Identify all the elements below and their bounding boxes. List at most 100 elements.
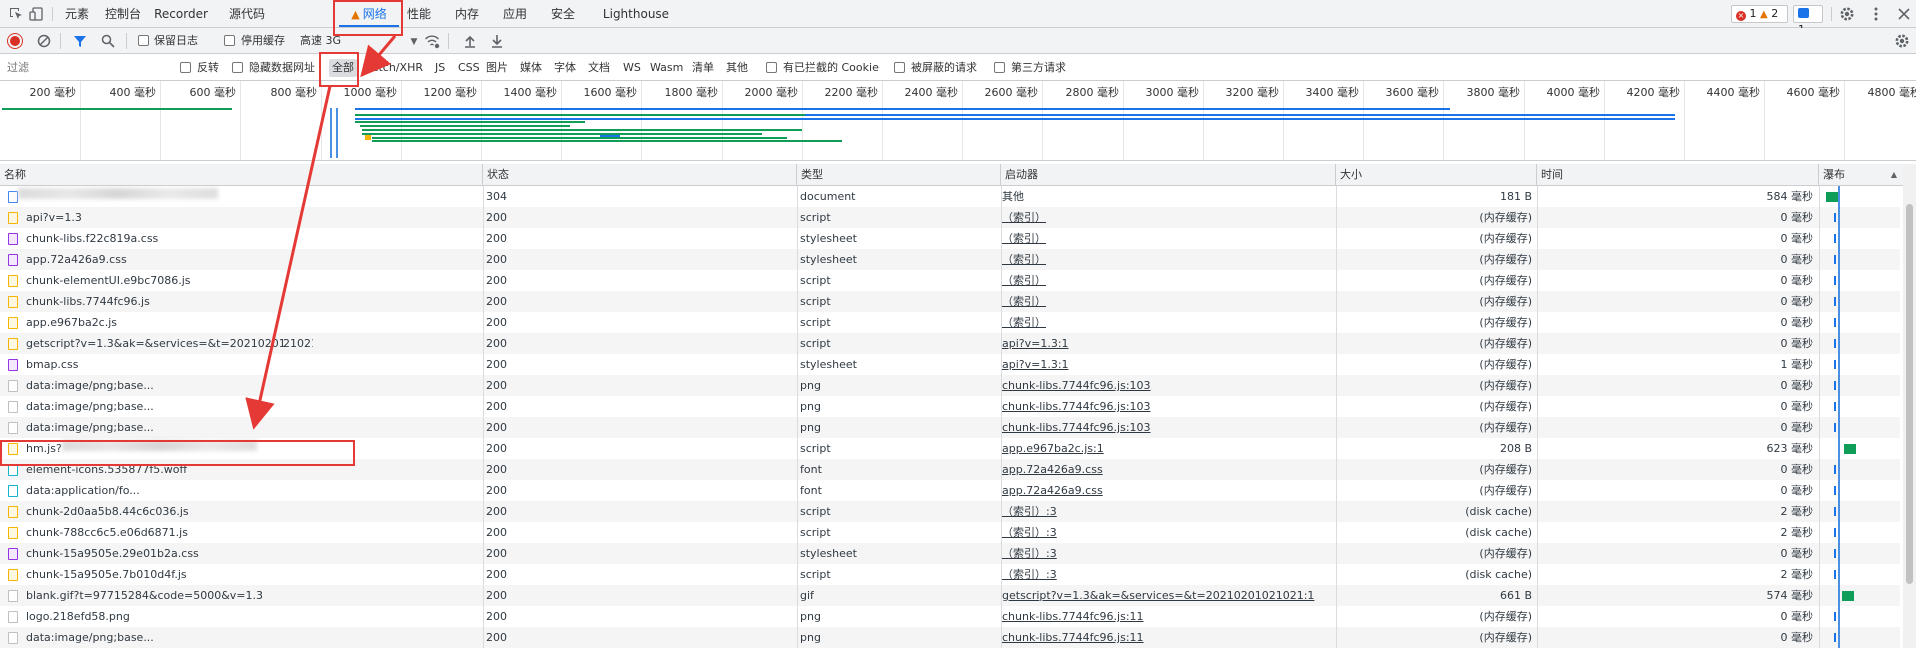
request-initiator[interactable]: app.72a426a9.css xyxy=(1002,480,1332,501)
tab-performance[interactable]: 性能 xyxy=(402,0,436,28)
request-status: 200 xyxy=(486,379,507,392)
request-initiator[interactable]: chunk-libs.7744fc96.js:103 xyxy=(1002,396,1332,417)
column-header-name[interactable]: 名称 xyxy=(0,164,483,186)
tab-security[interactable]: 安全 xyxy=(546,0,580,28)
type-filter-doc[interactable]: 文档 xyxy=(585,59,613,77)
column-header-status[interactable]: 状态 xyxy=(483,164,797,186)
type-filter-media[interactable]: 媒体 xyxy=(517,59,545,77)
third-party-checkbox[interactable] xyxy=(994,62,1005,73)
request-initiator[interactable]: （索引）:3 xyxy=(1002,501,1332,522)
type-filter-css[interactable]: CSS xyxy=(455,59,483,77)
table-row[interactable]: data:image/png;base... 200 png chunk-libs.7… xyxy=(0,627,1900,648)
table-row[interactable]: chunk-libs.7744fc96.js 200 script （索引） (内存缓存… xyxy=(0,291,1900,312)
request-initiator[interactable]: app.72a426a9.css xyxy=(1002,459,1332,480)
table-row[interactable]: 304 document 其他 181 B 584 毫秒 xyxy=(0,186,1900,207)
tab-application[interactable]: 应用 xyxy=(498,0,532,28)
record-button[interactable] xyxy=(8,34,22,48)
annotation-box-network-tab xyxy=(333,0,403,36)
request-initiator[interactable]: chunk-libs.7744fc96.js:11 xyxy=(1002,627,1332,648)
type-filter-ws[interactable]: WS xyxy=(620,59,644,77)
column-header-size[interactable]: 大小 xyxy=(1336,164,1537,186)
type-filter-font[interactable]: 字体 xyxy=(551,59,579,77)
request-initiator[interactable]: （索引）:3 xyxy=(1002,543,1332,564)
type-filter-manifest[interactable]: 清单 xyxy=(689,59,717,77)
column-header-time[interactable]: 时间 xyxy=(1537,164,1819,186)
hide-data-urls-checkbox[interactable] xyxy=(232,62,243,73)
table-row[interactable]: app.e967ba2c.js 200 script （索引） (内存缓存) 0 毫秒 xyxy=(0,312,1900,333)
request-initiator[interactable]: api?v=1.3:1 xyxy=(1002,333,1332,354)
request-initiator[interactable]: （索引）:3 xyxy=(1002,564,1332,585)
invert-checkbox[interactable] xyxy=(180,62,191,73)
issues-counter[interactable]: × 1 ▲ 2 xyxy=(1731,5,1788,23)
request-initiator[interactable]: （索引） xyxy=(1002,312,1332,333)
request-size: (内存缓存) xyxy=(1479,316,1532,329)
scrollbar-thumb[interactable] xyxy=(1906,204,1913,584)
table-row[interactable]: chunk-libs.f22c819a.css 200 stylesheet （索引）… xyxy=(0,228,1900,249)
tab-lighthouse[interactable]: Lighthouse xyxy=(598,0,674,28)
column-header-waterfall[interactable]: 瀑布 ▲ xyxy=(1819,164,1903,186)
blocked-requests-checkbox[interactable] xyxy=(894,62,905,73)
table-row[interactable]: api?v=1.3 200 script （索引） (内存缓存) 0 毫秒 xyxy=(0,207,1900,228)
request-initiator[interactable]: （索引） xyxy=(1002,291,1332,312)
table-row[interactable]: data:image/png;base... 200 png chunk-libs.7… xyxy=(0,417,1900,438)
preserve-log-checkbox[interactable] xyxy=(138,35,149,46)
tab-console[interactable]: 控制台 xyxy=(100,0,146,28)
network-conditions-icon[interactable] xyxy=(424,33,440,49)
clear-icon[interactable] xyxy=(36,33,52,49)
export-har-icon[interactable] xyxy=(489,33,505,49)
device-toolbar-icon[interactable] xyxy=(29,6,45,22)
more-options-icon[interactable] xyxy=(1868,6,1884,22)
request-status: 200 xyxy=(486,421,507,434)
table-row[interactable]: logo.218efd58.png 200 png chunk-libs.7744fc… xyxy=(0,606,1900,627)
messages-counter[interactable]: 1 xyxy=(1793,5,1823,36)
table-row[interactable]: chunk-elementUI.e9bc7086.js 200 script （索引）… xyxy=(0,270,1900,291)
filter-icon[interactable] xyxy=(72,33,88,49)
filter-input[interactable] xyxy=(4,58,170,78)
overview-tick-label: 4400 毫秒 xyxy=(1706,86,1761,99)
tab-recorder[interactable]: Recorder ▲ xyxy=(150,0,212,49)
request-initiator[interactable]: api?v=1.3:1 xyxy=(1002,354,1332,375)
table-row[interactable]: getscript?v=1.3&ak=&services=&t=20210201… xyxy=(0,333,1900,354)
disable-cache-checkbox[interactable] xyxy=(224,35,235,46)
request-status: 200 xyxy=(486,547,507,560)
type-filter-xhr[interactable]: Fetch/XHR xyxy=(363,59,426,77)
table-row[interactable]: data:image/png;base... 200 png chunk-libs.7… xyxy=(0,396,1900,417)
settings-gear-icon[interactable] xyxy=(1839,6,1855,22)
blocked-cookies-checkbox[interactable] xyxy=(766,62,777,73)
close-icon[interactable] xyxy=(1896,6,1912,22)
table-row[interactable]: app.72a426a9.css 200 stylesheet （索引） (内存缓存) 0… xyxy=(0,249,1900,270)
type-filter-other[interactable]: 其他 xyxy=(723,59,751,77)
table-scrollbar[interactable] xyxy=(1903,164,1916,648)
search-icon[interactable] xyxy=(100,33,116,49)
request-initiator[interactable]: app.e967ba2c.js:1 xyxy=(1002,438,1332,459)
request-initiator[interactable]: （索引） xyxy=(1002,270,1332,291)
table-row[interactable]: chunk-788cc6c5.e06d6871.js 200 script （索引）:… xyxy=(0,522,1900,543)
table-row[interactable]: blank.gif?t=97715284&code=5000&v=1.3 200 g… xyxy=(0,585,1900,606)
tab-memory[interactable]: 内存 xyxy=(450,0,484,28)
inspect-element-icon[interactable] xyxy=(8,6,24,22)
request-initiator[interactable]: （索引）:3 xyxy=(1002,522,1332,543)
request-initiator[interactable]: （索引） xyxy=(1002,249,1332,270)
request-initiator[interactable]: getscript?v=1.3&ak=&services=&t=20210201… xyxy=(1002,585,1332,606)
timeline-overview[interactable]: 200 毫秒 400 毫秒 600 毫秒 800 毫秒 1000 毫秒 1200 毫秒 14… xyxy=(0,81,1916,161)
tab-sources[interactable]: 源代码 xyxy=(222,0,272,28)
request-initiator[interactable]: （索引） xyxy=(1002,207,1332,228)
table-row[interactable]: data:application/fo... 200 font app.72a426a… xyxy=(0,480,1900,501)
type-filter-wasm[interactable]: Wasm xyxy=(647,59,686,77)
column-header-initiator[interactable]: 启动器 xyxy=(1001,164,1336,186)
table-row[interactable]: data:image/png;base... 200 png chunk-libs.7… xyxy=(0,375,1900,396)
type-filter-js[interactable]: JS xyxy=(432,59,448,77)
request-initiator[interactable]: chunk-libs.7744fc96.js:103 xyxy=(1002,417,1332,438)
request-initiator[interactable]: chunk-libs.7744fc96.js:11 xyxy=(1002,606,1332,627)
table-row[interactable]: chunk-15a9505e.7b010d4f.js 200 script （索引）:… xyxy=(0,564,1900,585)
request-initiator[interactable]: （索引） xyxy=(1002,228,1332,249)
tab-elements[interactable]: 元素 xyxy=(60,0,94,28)
table-row[interactable]: chunk-15a9505e.29e01b2a.css 200 stylesheet… xyxy=(0,543,1900,564)
type-filter-img[interactable]: 图片 xyxy=(483,59,511,77)
table-row[interactable]: bmap.css 200 stylesheet api?v=1.3:1 (内存缓存) 1 … xyxy=(0,354,1900,375)
column-header-type[interactable]: 类型 xyxy=(797,164,1001,186)
table-row[interactable]: chunk-2d0aa5b8.44c6c036.js 200 script （索引）:… xyxy=(0,501,1900,522)
network-settings-gear-icon[interactable] xyxy=(1894,33,1910,49)
import-har-icon[interactable] xyxy=(462,33,478,49)
request-initiator[interactable]: chunk-libs.7744fc96.js:103 xyxy=(1002,375,1332,396)
